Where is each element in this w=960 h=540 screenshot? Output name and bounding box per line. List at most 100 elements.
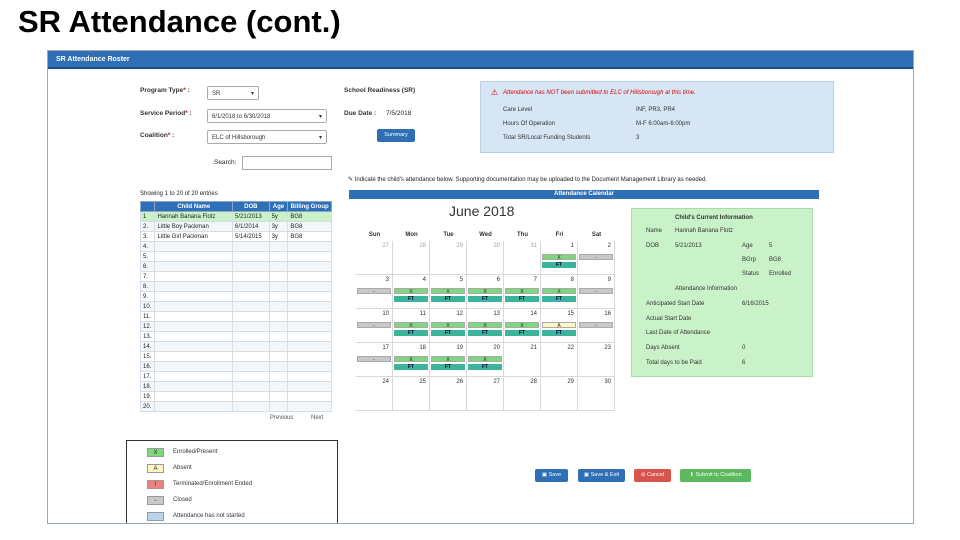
table-row[interactable]: 20. <box>139 401 332 412</box>
attendance-mark[interactable]: - <box>579 288 613 295</box>
attendance-mark[interactable]: X <box>505 322 539 329</box>
day-number: 6 <box>496 277 500 283</box>
legend-swatch: ! <box>147 480 164 489</box>
calendar-day[interactable]: 12 X FT <box>430 309 467 343</box>
calendar-day[interactable]: 18 X FT <box>393 343 430 377</box>
calendar-day[interactable]: 10 - <box>356 309 393 343</box>
calendar-day[interactable]: 17 - <box>356 343 393 377</box>
calendar-day[interactable]: 9- <box>578 275 615 309</box>
attendance-mark[interactable]: X <box>542 288 576 295</box>
calendar-day[interactable]: 28 <box>504 377 541 411</box>
attendance-mark[interactable]: X <box>505 288 539 295</box>
calendar-day[interactable]: 23 <box>578 343 615 377</box>
calendar-day[interactable]: 4 X FT <box>393 275 430 309</box>
summary-button[interactable]: Summary <box>377 129 415 142</box>
table-row[interactable]: 10. <box>139 301 332 312</box>
column-header[interactable]: Billing Group <box>287 201 332 212</box>
table-row[interactable]: 13. <box>139 331 332 342</box>
calendar-day[interactable]: 29 <box>541 377 578 411</box>
calendar-day[interactable]: 30 <box>578 377 615 411</box>
table-row[interactable]: 6. <box>139 261 332 272</box>
attendance-mark[interactable]: - <box>579 322 613 329</box>
column-header[interactable]: Age <box>268 201 289 212</box>
calendar-day[interactable]: 5 X FT <box>430 275 467 309</box>
table-row[interactable]: 2. Little Boy Packman 6/1/2014 3y BG8 <box>139 221 332 232</box>
table-row[interactable]: 1 Hannah Banana Flotz 5/21/2013 5y BG8 <box>139 211 332 222</box>
calendar-day[interactable]: 26 <box>430 377 467 411</box>
dob-label: DOB <box>646 243 660 249</box>
attendance-mark[interactable]: X <box>468 356 502 363</box>
table-cell: 13. <box>139 331 156 342</box>
table-row[interactable]: 17. <box>139 371 332 382</box>
table-row[interactable]: 9. <box>139 291 332 302</box>
calendar-day[interactable]: 3- <box>356 275 393 309</box>
previous-page-link[interactable]: Previous <box>270 415 293 421</box>
table-row[interactable]: 8. <box>139 281 332 292</box>
calendar-day[interactable]: 7 X FT <box>504 275 541 309</box>
day-number: 25 <box>419 379 426 385</box>
column-header[interactable]: DOB <box>232 201 270 212</box>
calendar-day[interactable]: 2- <box>578 241 615 275</box>
attendance-mark[interactable]: X <box>394 322 428 329</box>
calendar-day[interactable]: 31 <box>504 241 541 275</box>
attendance-mark[interactable]: X <box>542 254 576 261</box>
calendar-day[interactable]: 15 A FT <box>541 309 578 343</box>
attendance-mark[interactable]: A <box>542 322 576 329</box>
calendar-day[interactable]: 6 X FT <box>467 275 504 309</box>
column-header[interactable]: Child Name <box>154 201 234 212</box>
calendar-day[interactable]: 19 X FT <box>430 343 467 377</box>
submit-to-coalition-button[interactable]: ⬆ Submit to Coalition <box>680 469 751 482</box>
save-button[interactable]: ▣ Save <box>535 469 568 482</box>
calendar-day[interactable]: 29 <box>430 241 467 275</box>
attendance-mark[interactable]: - <box>579 254 613 261</box>
attendance-mark[interactable]: X <box>468 288 502 295</box>
calendar-day[interactable]: 1 X FT <box>541 241 578 275</box>
table-row[interactable]: 18. <box>139 381 332 392</box>
table-cell: 6/1/2014 <box>232 221 270 232</box>
attendance-mark[interactable]: - <box>357 322 391 329</box>
column-header[interactable] <box>139 201 156 212</box>
calendar-day[interactable]: 24 <box>356 377 393 411</box>
coalition-select[interactable]: ELC of Hillsborough ▾ <box>207 130 327 144</box>
calendar-day[interactable]: 30 <box>467 241 504 275</box>
calendar-day[interactable]: 16 - <box>578 309 615 343</box>
calendar-day[interactable]: 8 X FT <box>541 275 578 309</box>
attendance-mark[interactable]: X <box>394 356 428 363</box>
search-input[interactable] <box>242 156 332 170</box>
calendar-day[interactable]: 21 <box>504 343 541 377</box>
table-cell <box>268 401 289 412</box>
calendar-day[interactable]: 25 <box>393 377 430 411</box>
calendar-day[interactable]: 11 X FT <box>393 309 430 343</box>
table-row[interactable]: 16. <box>139 361 332 372</box>
calendar-day[interactable]: 28 <box>393 241 430 275</box>
next-page-link[interactable]: Next <box>311 415 323 421</box>
table-cell <box>232 241 270 252</box>
attendance-mark[interactable]: - <box>357 288 391 295</box>
table-row[interactable]: 15. <box>139 351 332 362</box>
table-row[interactable]: 7. <box>139 271 332 282</box>
total-days-value: 6 <box>742 360 746 366</box>
table-row[interactable]: 14. <box>139 341 332 352</box>
table-row[interactable]: 5. <box>139 251 332 262</box>
table-row[interactable]: 12. <box>139 321 332 332</box>
attendance-mark[interactable]: X <box>431 322 465 329</box>
table-row[interactable]: 4. <box>139 241 332 252</box>
table-row[interactable]: 19. <box>139 391 332 402</box>
calendar-day[interactable]: 22 <box>541 343 578 377</box>
calendar-day[interactable]: 27 <box>356 241 393 275</box>
attendance-mark[interactable]: X <box>394 288 428 295</box>
attendance-mark[interactable]: X <box>431 288 465 295</box>
attendance-mark[interactable]: X <box>431 356 465 363</box>
cancel-button[interactable]: ⊘ Cancel <box>634 469 671 482</box>
program-type-select[interactable]: SR ▾ <box>207 86 259 100</box>
table-row[interactable]: 11. <box>139 311 332 322</box>
calendar-day[interactable]: 20 X FT <box>467 343 504 377</box>
table-row[interactable]: 3. Little Girl Packman 5/14/2015 3y BG8 <box>139 231 332 242</box>
calendar-day[interactable]: 14 X FT <box>504 309 541 343</box>
save-exit-button[interactable]: ▣ Save & Exit <box>578 469 625 482</box>
attendance-mark[interactable]: X <box>468 322 502 329</box>
calendar-day[interactable]: 27 <box>467 377 504 411</box>
service-period-select[interactable]: 6/1/2018 to 6/30/2018 ▾ <box>207 109 327 123</box>
calendar-day[interactable]: 13 X FT <box>467 309 504 343</box>
attendance-mark[interactable]: - <box>357 356 391 363</box>
